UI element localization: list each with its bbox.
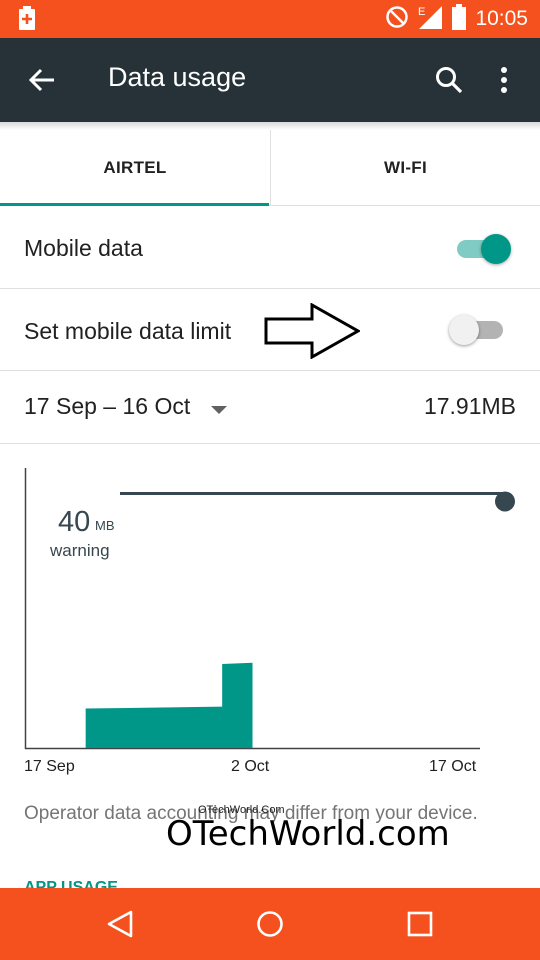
- search-icon[interactable]: [434, 65, 464, 95]
- no-disturb-icon: [385, 5, 409, 34]
- cycle-selector[interactable]: 17 Sep – 16 Oct: [24, 393, 190, 420]
- usage-cycle-row: 17 Sep – 16 Oct 17.91MB: [0, 371, 540, 444]
- nav-home-icon[interactable]: [252, 906, 288, 942]
- mobile-data-label: Mobile data: [24, 235, 143, 261]
- more-options-icon[interactable]: [492, 64, 516, 96]
- warning-label: warning: [49, 541, 110, 560]
- x-tick-label: 17 Sep: [24, 758, 75, 775]
- annotation-arrow-icon: [264, 302, 362, 360]
- data-limit-row[interactable]: Set mobile data limit: [0, 289, 540, 371]
- toolbar-shadow: [0, 122, 540, 130]
- tab-wifi[interactable]: WI-FI: [270, 130, 540, 206]
- battery-icon: [451, 3, 467, 35]
- warning-value: 40: [58, 506, 90, 538]
- warning-unit: MB: [95, 518, 115, 533]
- back-arrow-icon[interactable]: [26, 64, 58, 96]
- mobile-data-row[interactable]: Mobile data: [0, 207, 540, 289]
- app-toolbar: Data usage: [0, 38, 540, 122]
- data-limit-label: Set mobile data limit: [24, 318, 232, 344]
- tab-bar: AIRTEL WI-FI: [0, 130, 540, 206]
- data-limit-toggle[interactable]: [449, 315, 503, 345]
- signal-icon: E: [417, 4, 443, 35]
- x-tick-label: 17 Oct: [429, 758, 477, 775]
- dropdown-arrow-icon[interactable]: [210, 402, 228, 420]
- usage-total: 17.91MB: [423, 393, 516, 419]
- mobile-data-toggle[interactable]: [457, 234, 511, 264]
- usage-chart-svg: 40 MB warning: [24, 468, 515, 750]
- usage-area: [85, 662, 253, 748]
- status-bar: E 10:05: [0, 0, 540, 38]
- app-usage-header: APP USAGE: [24, 879, 118, 888]
- notification-icon: [18, 6, 36, 35]
- tab-indicator: [0, 203, 269, 206]
- watermark: OTechWorld.com: [166, 814, 450, 854]
- network-type-badge: E: [418, 6, 425, 18]
- tab-airtel[interactable]: AIRTEL: [0, 130, 270, 206]
- page-title: Data usage: [108, 62, 247, 92]
- nav-back-icon[interactable]: [102, 906, 138, 942]
- nav-recents-icon[interactable]: [402, 906, 438, 942]
- navigation-bar: [0, 888, 540, 960]
- usage-chart: 40 MB warning 17 Sep 2 Oct 17 Oct: [0, 444, 540, 794]
- x-tick-label: 2 Oct: [231, 758, 270, 775]
- status-time: 10:05: [475, 7, 528, 30]
- warning-handle: [495, 491, 515, 512]
